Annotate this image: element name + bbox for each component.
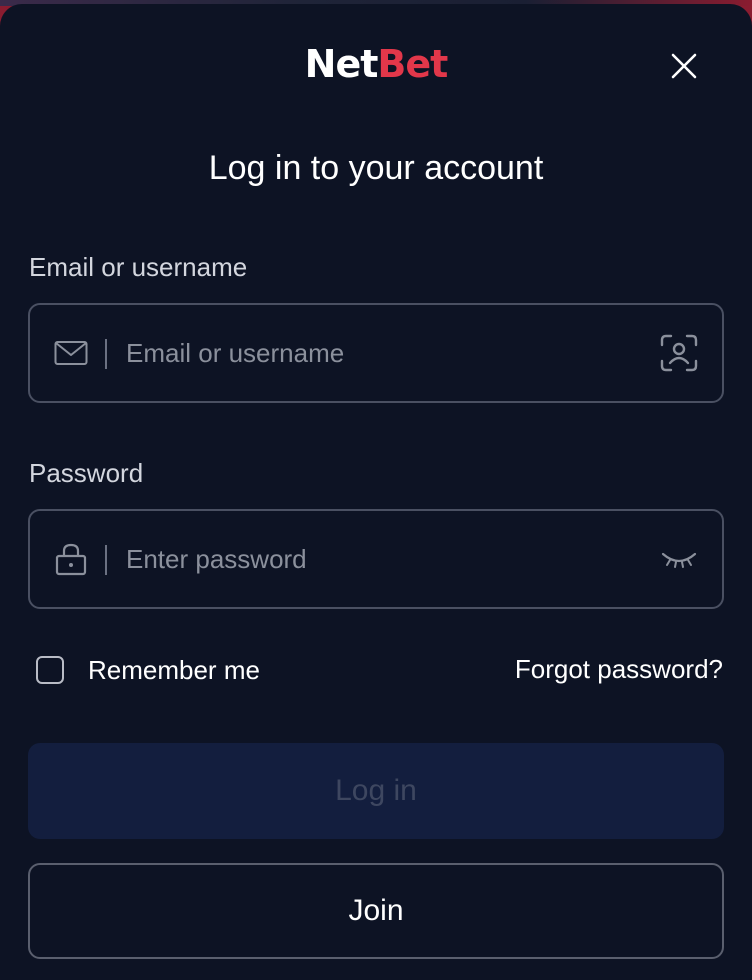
logo-net: Net	[304, 42, 379, 86]
field-separator	[105, 545, 107, 575]
join-button[interactable]: Join	[28, 863, 724, 959]
field-separator	[105, 339, 107, 369]
remember-me-checkbox[interactable]	[36, 656, 64, 684]
logo-bet: Bet	[377, 42, 448, 86]
close-button[interactable]	[662, 44, 706, 88]
remember-me[interactable]: Remember me	[36, 652, 260, 688]
close-icon	[671, 53, 697, 79]
lock-icon	[52, 542, 90, 576]
email-field-container[interactable]	[28, 303, 724, 403]
face-scan-icon[interactable]	[658, 333, 700, 373]
email-input[interactable]	[126, 331, 626, 375]
mail-icon	[52, 336, 90, 370]
remember-me-label: Remember me	[88, 655, 260, 685]
password-input[interactable]	[126, 537, 626, 581]
login-modal: NetBet Log in to your account Email or u…	[0, 4, 752, 980]
password-field-container[interactable]	[28, 509, 724, 609]
password-label: Password	[29, 458, 144, 488]
netbet-logo: NetBet	[0, 42, 752, 86]
email-label: Email or username	[29, 252, 248, 282]
page-title: Log in to your account	[208, 149, 544, 187]
eye-closed-icon[interactable]	[658, 539, 700, 579]
login-button[interactable]: Log in	[28, 743, 724, 839]
forgot-password-link[interactable]: Forgot password?	[515, 651, 723, 687]
